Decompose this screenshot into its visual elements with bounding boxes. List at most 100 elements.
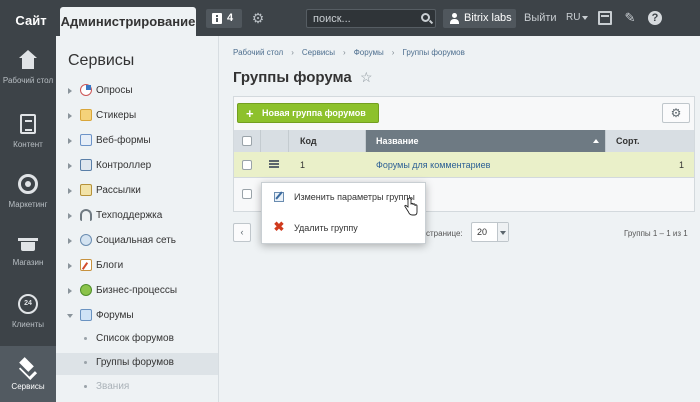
select-all-checkbox[interactable] xyxy=(242,136,252,146)
pin-icon[interactable]: ✎ xyxy=(623,11,637,25)
favorite-star-icon[interactable]: ☆ xyxy=(360,69,373,86)
column-name[interactable]: Название xyxy=(366,130,606,152)
sidebar-subitem-label: Звания xyxy=(96,381,130,392)
menu-desktop[interactable]: Рабочий стол xyxy=(0,50,56,100)
search-icon[interactable] xyxy=(421,13,430,22)
delete-icon: ✖ xyxy=(273,219,285,234)
breadcrumb-item[interactable]: Форумы xyxy=(354,48,384,57)
breadcrumb-item[interactable]: Группы форумов xyxy=(402,48,464,57)
menu-item-label: Удалить группу xyxy=(294,223,358,233)
sidebar-item-stickers[interactable]: Стикеры xyxy=(56,109,218,134)
sticker-icon xyxy=(80,109,92,121)
column-sort[interactable]: Сорт. xyxy=(606,130,694,152)
home-icon xyxy=(18,50,38,70)
menu-item-edit-group[interactable]: Изменить параметры группы xyxy=(262,185,425,211)
sidebar-item-label: Форумы xyxy=(96,310,134,321)
expand-arrow-icon[interactable] xyxy=(68,113,72,119)
expand-arrow-icon[interactable] xyxy=(68,213,72,219)
menu-content[interactable]: Контент xyxy=(0,114,56,154)
breadcrumb-separator-icon: › xyxy=(343,48,346,57)
site-tab[interactable]: Сайт xyxy=(6,8,56,36)
expand-arrow-icon[interactable] xyxy=(68,188,72,194)
expand-arrow-icon[interactable] xyxy=(68,263,72,269)
chevron-left-icon: ‹ xyxy=(240,227,244,237)
sidebar-item-mailings[interactable]: Рассылки xyxy=(56,184,218,209)
window-icon[interactable] xyxy=(598,11,612,25)
basket-icon xyxy=(18,232,38,252)
breadcrumb-item[interactable]: Сервисы xyxy=(302,48,335,57)
breadcrumb-separator-icon: › xyxy=(391,48,395,57)
sidebar-item-label: Техподдержка xyxy=(96,210,163,221)
per-page-value: 20 xyxy=(477,227,488,237)
layers-icon xyxy=(18,356,38,376)
sidebar-item-label: Бизнес-процессы xyxy=(96,285,178,296)
menu-services-label: Сервисы xyxy=(11,382,45,391)
sidebar-item-bizproc[interactable]: Бизнес-процессы xyxy=(56,284,218,309)
target-icon xyxy=(18,174,38,194)
collapse-arrow-icon[interactable] xyxy=(67,314,73,318)
page-title: Группы форума xyxy=(233,69,352,86)
menu-shop[interactable]: Магазин xyxy=(0,232,56,272)
admin-tab[interactable]: Администрирование xyxy=(60,7,196,36)
help-icon[interactable]: ? xyxy=(648,11,662,25)
forum-icon xyxy=(80,309,92,321)
sidebar-item-label: Опросы xyxy=(96,85,133,96)
column-name-label: Название xyxy=(376,136,419,146)
sidebar-item-blogs[interactable]: Блоги xyxy=(56,259,218,284)
sidebar-subitem-label: Группы форумов xyxy=(96,357,174,368)
table-row[interactable]: 1 Форумы для комментариев 1 xyxy=(234,152,694,178)
expand-arrow-icon[interactable] xyxy=(68,138,72,144)
sidebar-item-webforms[interactable]: Веб-формы xyxy=(56,134,218,159)
language-selector[interactable]: RU xyxy=(566,12,590,23)
menu-desktop-label: Рабочий стол xyxy=(2,76,54,85)
expand-arrow-icon[interactable] xyxy=(68,238,72,244)
pager-prev-button[interactable]: ‹ xyxy=(233,223,251,242)
sidebar-item-label: Рассылки xyxy=(96,185,141,196)
breadcrumb-separator-icon: › xyxy=(291,48,294,57)
footer-checkbox[interactable] xyxy=(242,189,252,199)
menu-marketing[interactable]: Маркетинг xyxy=(0,174,56,214)
sidebar-item-label: Стикеры xyxy=(96,110,137,121)
logout-link[interactable]: Выйти xyxy=(524,12,557,24)
row-menu-icon[interactable] xyxy=(269,160,279,168)
sidebar-item-support[interactable]: Техподдержка xyxy=(56,209,218,234)
new-forum-group-button[interactable]: + Новая группа форумов xyxy=(237,103,379,123)
webform-icon xyxy=(80,134,92,146)
sidebar-subitem-forum-groups[interactable]: Группы форумов xyxy=(56,353,218,375)
row-name-link[interactable]: Форумы для комментариев xyxy=(376,160,490,170)
clock-24-icon: 24 xyxy=(18,294,38,314)
expand-arrow-icon[interactable] xyxy=(68,88,72,94)
user-button[interactable]: Bitrix labs xyxy=(443,9,516,28)
per-page-label: странице: xyxy=(426,229,463,238)
per-page-select[interactable]: 20 xyxy=(471,222,509,242)
menu-clients[interactable]: 24 Клиенты xyxy=(0,294,56,334)
grid-settings-button[interactable]: ⚙ xyxy=(662,103,690,123)
expand-arrow-icon[interactable] xyxy=(68,288,72,294)
breadcrumb: Рабочий стол › Сервисы › Форумы › Группы форум… xyxy=(233,48,465,57)
blog-icon xyxy=(80,259,92,271)
sidebar-item-social[interactable]: Социальная сеть xyxy=(56,234,218,259)
search-input[interactable]: поиск... xyxy=(306,9,436,28)
menu-item-delete-group[interactable]: ✖ Удалить группу xyxy=(262,216,425,242)
menu-services[interactable]: Сервисы xyxy=(0,346,56,402)
notification-icon xyxy=(212,13,222,24)
total-count: Группы 1 – 1 из 1 xyxy=(624,229,688,238)
mailing-icon xyxy=(80,184,92,196)
sidebar-subitem-forum-list[interactable]: Список форумов xyxy=(56,329,218,351)
breadcrumb-item[interactable]: Рабочий стол xyxy=(233,48,283,57)
column-code[interactable]: Код xyxy=(289,130,366,152)
chevron-down-icon[interactable] xyxy=(497,223,508,241)
sidebar-item-controller[interactable]: Контроллер xyxy=(56,159,218,184)
plus-icon: + xyxy=(246,106,254,121)
gear-icon[interactable]: ⚙ xyxy=(250,10,266,26)
row-checkbox[interactable] xyxy=(242,160,252,170)
sidebar-item-polls[interactable]: Опросы xyxy=(56,84,218,109)
bullet-icon xyxy=(84,385,87,388)
sidebar-subitem-ranks[interactable]: Звания xyxy=(56,377,218,399)
row-code: 1 xyxy=(300,160,306,170)
expand-arrow-icon[interactable] xyxy=(68,163,72,169)
headset-icon xyxy=(80,209,92,221)
notifications-button[interactable]: 4 xyxy=(206,9,242,28)
header-checkbox-cell xyxy=(234,130,261,152)
sidebar: Сервисы Опросы Стикеры Веб-формы Контрол… xyxy=(56,36,219,402)
